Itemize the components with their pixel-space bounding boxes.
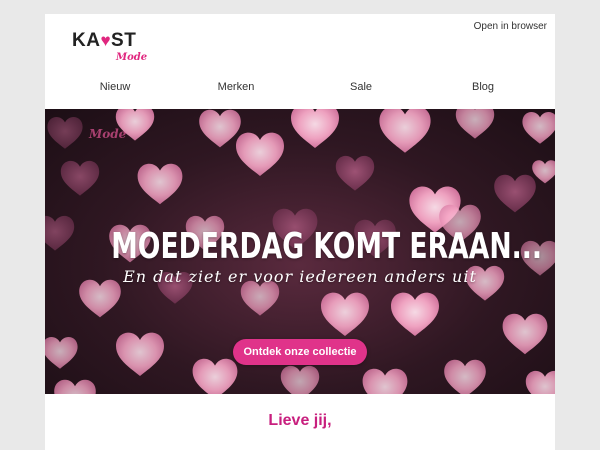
bokeh-heart-icon — [455, 109, 495, 139]
logo-text-start: KA — [72, 30, 101, 51]
open-in-browser-link[interactable]: Open in browser — [474, 21, 547, 32]
bokeh-heart-icon — [502, 313, 548, 355]
bokeh-heart-icon — [240, 280, 280, 316]
hero-banner[interactable]: Mode MOEDERDAG KOMT ERAAN... En dat ziet… — [45, 109, 555, 394]
bokeh-heart-icon — [494, 174, 536, 213]
bokeh-heart-icon — [45, 215, 75, 251]
bokeh-heart-icon — [532, 160, 555, 184]
bokeh-heart-icon — [60, 160, 100, 196]
bokeh-heart-icon — [116, 332, 164, 376]
bokeh-heart-icon — [522, 111, 555, 144]
bokeh-heart-icon — [192, 358, 238, 394]
bokeh-heart-icon — [236, 132, 284, 176]
nav-item-merken[interactable]: Merken — [218, 81, 255, 93]
main-nav: Nieuw Merken Sale Blog — [45, 81, 555, 97]
email-container: Open in browser KA♥ST Mode Nieuw Merken … — [45, 14, 555, 450]
brand-logo[interactable]: KA♥ST Mode — [72, 28, 152, 64]
greeting-heading: Lieve jij, — [268, 412, 332, 429]
logo-heart-icon: ♥ — [100, 31, 112, 50]
discover-collection-button[interactable]: Ontdek onze collectie — [233, 339, 367, 365]
bokeh-heart-icon — [444, 359, 486, 394]
bokeh-heart-icon — [199, 109, 241, 148]
bokeh-heart-icon — [291, 109, 339, 148]
bokeh-heart-icon — [280, 365, 320, 394]
bokeh-heart-icon — [379, 109, 431, 153]
bokeh-heart-icon — [525, 370, 555, 394]
bokeh-heart-icon — [45, 336, 78, 369]
bokeh-heart-icon — [391, 292, 439, 336]
bokeh-heart-icon — [137, 163, 183, 205]
bokeh-heart-icon — [335, 155, 375, 191]
nav-item-sale[interactable]: Sale — [350, 81, 372, 93]
logo-wordmark: KA♥ST — [72, 30, 136, 52]
bokeh-heart-icon — [362, 368, 408, 394]
hero-logo-watermark: Mode — [89, 127, 127, 141]
hero-subtitle: En dat ziet er voor iedereen anders uit — [123, 267, 477, 286]
logo-subtext: Mode — [116, 52, 148, 63]
bokeh-heart-icon — [47, 116, 83, 149]
bokeh-heart-icon — [54, 379, 96, 394]
nav-item-blog[interactable]: Blog — [472, 81, 494, 93]
nav-item-nieuw[interactable]: Nieuw — [100, 81, 131, 93]
logo-text-end: ST — [111, 30, 137, 51]
hero-title: MOEDERDAG KOMT ERAAN... — [111, 226, 543, 267]
bokeh-heart-icon — [321, 292, 369, 336]
